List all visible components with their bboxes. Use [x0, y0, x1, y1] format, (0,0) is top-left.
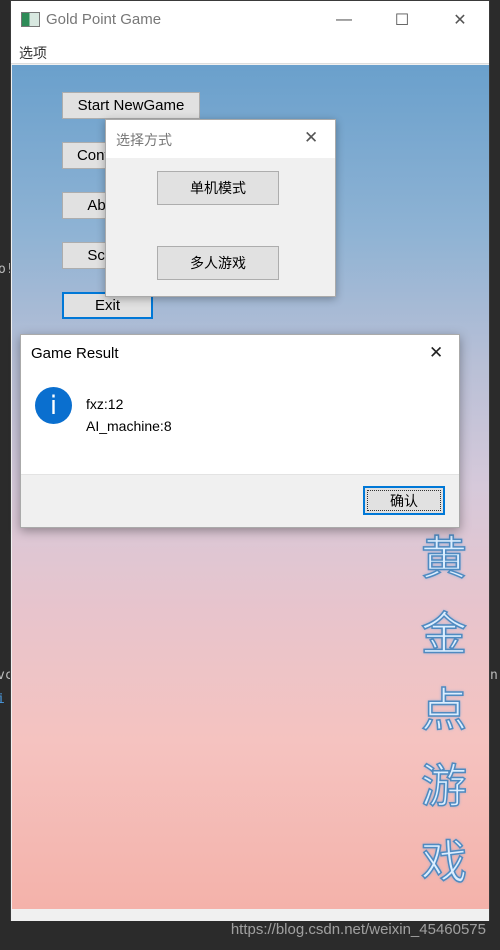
menu-bar: 选项: [11, 39, 489, 64]
window-title: Gold Point Game: [46, 11, 162, 28]
vertical-game-title: 黄 金 点 游 戏: [417, 531, 471, 889]
close-button[interactable]: ✕: [431, 1, 489, 39]
status-bar: [11, 909, 489, 921]
minimize-button[interactable]: —: [315, 1, 373, 39]
title-char: 金: [420, 607, 468, 661]
title-char: 点: [420, 683, 468, 737]
dialog-title: Game Result: [31, 345, 119, 362]
dialog-title-bar: 选择方式 ✕: [106, 120, 335, 158]
select-mode-dialog: 选择方式 ✕ 单机模式 多人游戏: [105, 119, 336, 297]
multiplayer-button[interactable]: 多人游戏: [157, 246, 279, 280]
title-char: 游: [420, 759, 468, 813]
dialog-title: 选择方式: [116, 132, 172, 148]
menu-options[interactable]: 选项: [19, 43, 47, 63]
start-new-game-button[interactable]: Start NewGame: [62, 92, 200, 119]
confirm-button[interactable]: 确认: [363, 486, 445, 515]
title-char: 黄: [420, 531, 468, 585]
close-icon[interactable]: ✕: [429, 343, 443, 363]
result-message: fxz:12 AI_machine:8: [86, 393, 172, 437]
result-line: fxz:12: [86, 396, 124, 412]
title-char: 戏: [420, 835, 468, 889]
maximize-button[interactable]: ☐: [373, 1, 431, 39]
single-player-button[interactable]: 单机模式: [157, 171, 279, 205]
title-bar: Gold Point Game — ☐ ✕: [11, 1, 489, 39]
info-icon: i: [35, 387, 72, 424]
app-icon: [21, 12, 40, 27]
close-icon[interactable]: ✕: [304, 128, 318, 148]
bg-text-fragment: i: [0, 692, 5, 707]
result-line: AI_machine:8: [86, 418, 172, 434]
game-result-dialog: Game Result ✕ i fxz:12 AI_machine:8 确认: [20, 334, 460, 528]
bg-text-fragment: n.: [490, 668, 500, 683]
watermark: https://blog.csdn.net/weixin_45460575: [230, 921, 486, 938]
